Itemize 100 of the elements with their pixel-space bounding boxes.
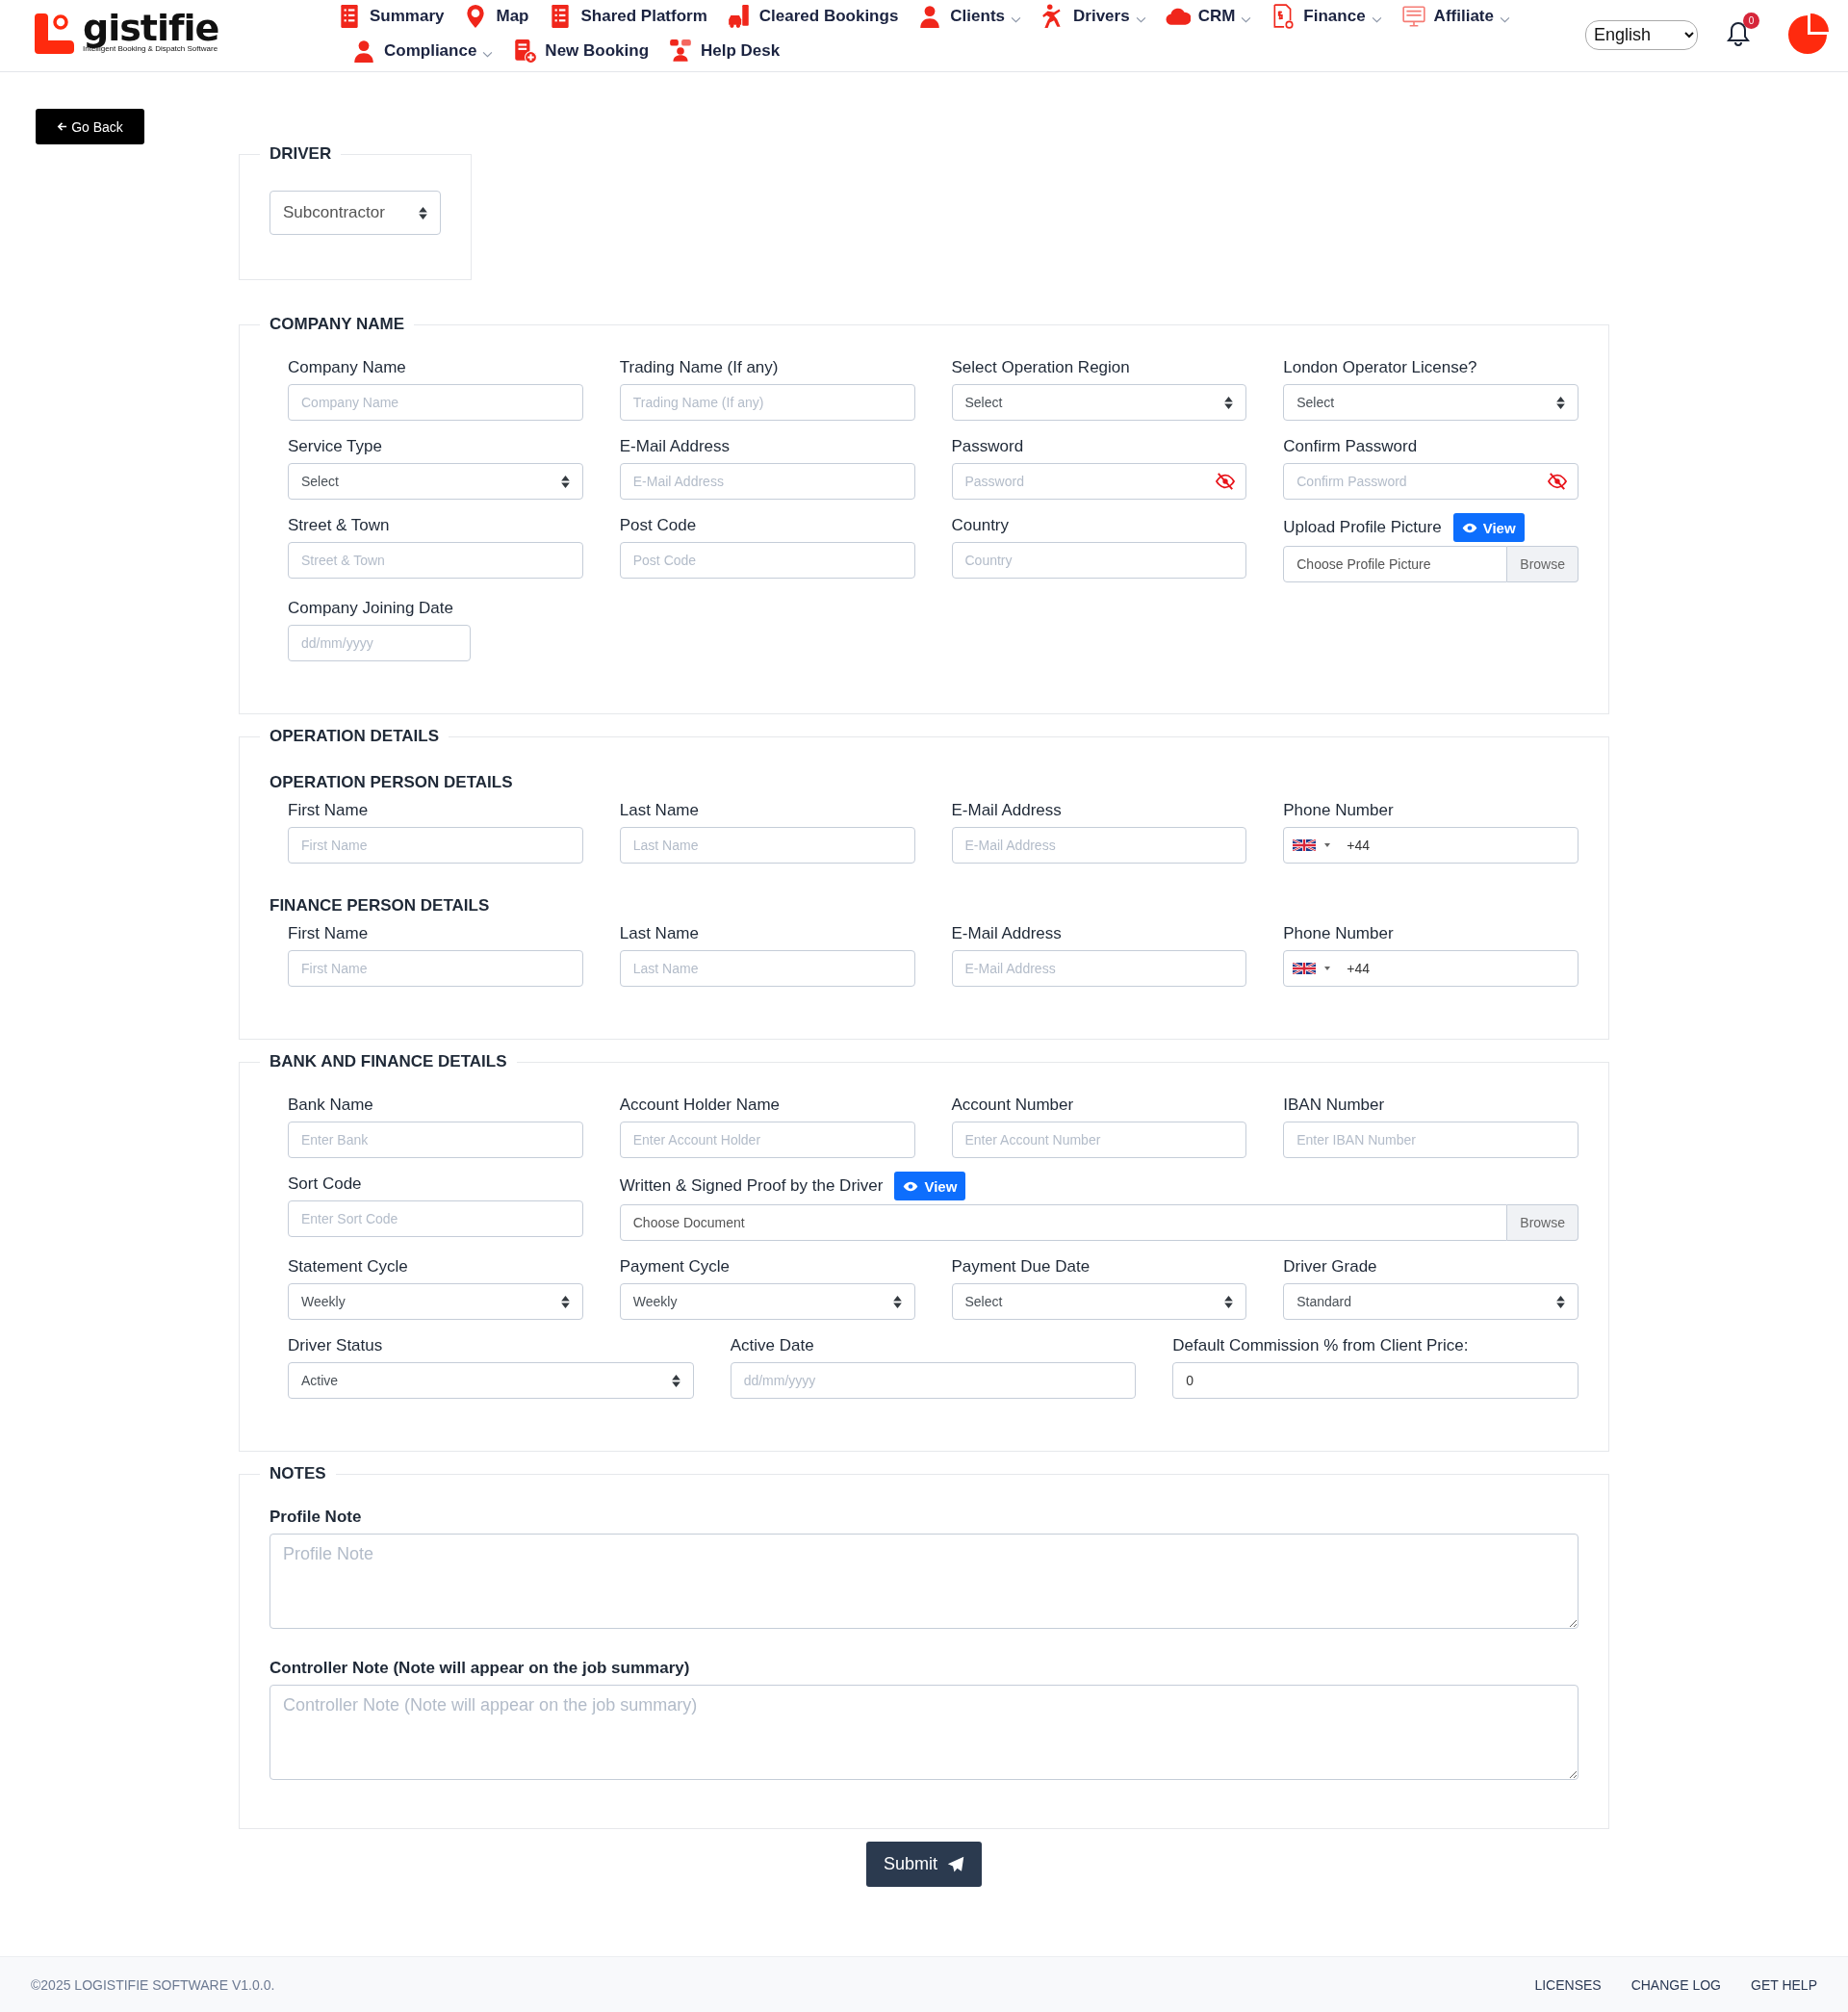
section-title: NOTES [269,1464,327,1483]
field-label: Confirm Password [1283,437,1418,456]
subsection-title: OPERATION PERSON DETAILS [270,773,514,792]
text-field[interactable]: Country [951,542,1247,579]
view-button[interactable]: View [1452,513,1525,542]
select-field[interactable]: Weekly [288,1283,583,1320]
nav-link[interactable]: Cleared Bookings [726,4,899,29]
footer-link[interactable]: CHANGE LOG [1630,1976,1721,1993]
file-field[interactable]: Choose Document [619,1204,1508,1241]
go-back-button[interactable]: Go Back [36,109,144,144]
note-textarea[interactable]: Profile Note [270,1534,1578,1629]
field-label: Sort Code [288,1174,362,1194]
field-label: E-Mail Address [951,924,1062,943]
text-field[interactable]: dd/mm/yyyy [288,625,471,661]
field-label: Profile Note [270,1508,362,1527]
text-field[interactable]: Enter Account Holder [619,1122,915,1158]
notification-badge: 0 [1743,13,1759,29]
text-field[interactable]: E-Mail Address [619,463,915,500]
field-label: Controller Note (Note will appear on the job summary) [270,1659,690,1678]
field-label: Written & Signed Proof by the Driver [619,1176,884,1196]
select-field[interactable]: Subcontractor [270,191,441,235]
footer-link[interactable]: LICENSES [1534,1976,1602,1993]
nav-link[interactable]: Map [463,4,529,29]
field-label: IBAN Number [1283,1096,1385,1115]
field-label: E-Mail Address [619,437,731,456]
field-label: Street & Town [288,516,390,535]
field-label: Driver Status [288,1336,383,1355]
nav-link[interactable]: Drivers [1040,4,1146,29]
phone-field[interactable]: +44 [1283,827,1578,864]
field-label: Payment Cycle [619,1257,731,1277]
select-field[interactable]: Select [951,1283,1247,1320]
nav-link[interactable]: Shared Platform [548,4,707,29]
field-label: Bank Name [288,1096,373,1115]
field-label: Upload Profile Picture [1283,518,1442,537]
field-label: Account Number [951,1096,1074,1115]
text-field[interactable]: E-Mail Address [951,827,1247,864]
nav-link[interactable]: Help Desk [668,39,781,64]
text-field[interactable]: First Name [288,950,583,987]
browse-button[interactable]: Browse [1507,546,1578,582]
field-label: Trading Name (If any) [619,358,779,377]
field-label: First Name [288,801,369,820]
language-select[interactable]: English [1585,19,1698,50]
file-field[interactable]: Choose Profile Picture [1283,546,1508,582]
field-label: First Name [288,924,369,943]
field-label: Phone Number [1283,924,1394,943]
browse-button[interactable]: Browse [1507,1204,1578,1241]
field-label: Default Commission % from Client Price: [1172,1336,1469,1355]
text-field[interactable]: Trading Name (If any) [619,384,915,421]
nav-link[interactable]: Clients [917,4,1022,29]
password-field[interactable]: Password [951,463,1247,500]
text-field[interactable]: Last Name [619,827,915,864]
field-label: Password [951,437,1024,456]
field-label: Company Name [288,358,406,377]
text-field[interactable]: Last Name [619,950,915,987]
select-field[interactable]: Select [1283,384,1578,421]
submit-button[interactable]: Submit [866,1842,982,1887]
nav-link[interactable]: Compliance [351,39,494,64]
field-label: Account Holder Name [619,1096,781,1115]
text-field[interactable]: Enter Bank [288,1122,583,1158]
select-field[interactable]: Standard [1283,1283,1578,1320]
text-field[interactable]: First Name [288,827,583,864]
copyright-text: ©2025 LOGISTIFIE SOFTWARE V1.0.0. [31,1976,275,1993]
phone-field[interactable]: +44 [1283,950,1578,987]
field-label: London Operator License? [1283,358,1477,377]
text-field[interactable]: Enter Account Number [951,1122,1247,1158]
view-button[interactable]: View [894,1172,966,1200]
field-label: Driver Grade [1283,1257,1377,1277]
field-label: Last Name [619,924,699,943]
nav-link[interactable]: Affiliate [1400,4,1510,29]
field-label: Post Code [619,516,697,535]
text-field[interactable]: dd/mm/yyyy [730,1362,1137,1399]
section-title: OPERATION DETAILS [269,727,440,746]
select-field[interactable]: Active [288,1362,694,1399]
password-field[interactable]: Confirm Password [1283,463,1578,500]
nav-link[interactable]: Finance [1270,4,1382,29]
field-label: Active Date [730,1336,814,1355]
field-label: Select Operation Region [951,358,1130,377]
text-field[interactable]: Enter IBAN Number [1283,1122,1578,1158]
text-field[interactable]: E-Mail Address [951,950,1247,987]
text-field[interactable]: 0 [1172,1362,1578,1399]
section-title: COMPANY NAME [269,315,406,334]
select-field[interactable]: Select [288,463,583,500]
text-field[interactable]: Post Code [619,542,915,579]
select-field[interactable]: Weekly [619,1283,915,1320]
section-title: DRIVER [269,144,333,164]
select-field[interactable]: Select [951,384,1247,421]
field-label: Statement Cycle [288,1257,408,1277]
footer-link[interactable]: GET HELP [1751,1976,1817,1993]
nav-link[interactable]: Summary [337,4,445,29]
nav-link[interactable]: CRM [1165,4,1252,29]
field-label: E-Mail Address [951,801,1062,820]
note-textarea[interactable]: Controller Note (Note will appear on the job summary) [270,1685,1578,1780]
field-label: Country [951,516,1010,535]
nav-link[interactable]: New Booking [512,39,650,64]
subsection-title: FINANCE PERSON DETAILS [270,896,491,916]
text-field[interactable]: Street & Town [288,542,583,579]
field-label: Phone Number [1283,801,1394,820]
text-field[interactable]: Enter Sort Code [288,1200,583,1237]
field-label: Company Joining Date [288,599,453,618]
text-field[interactable]: Company Name [288,384,583,421]
